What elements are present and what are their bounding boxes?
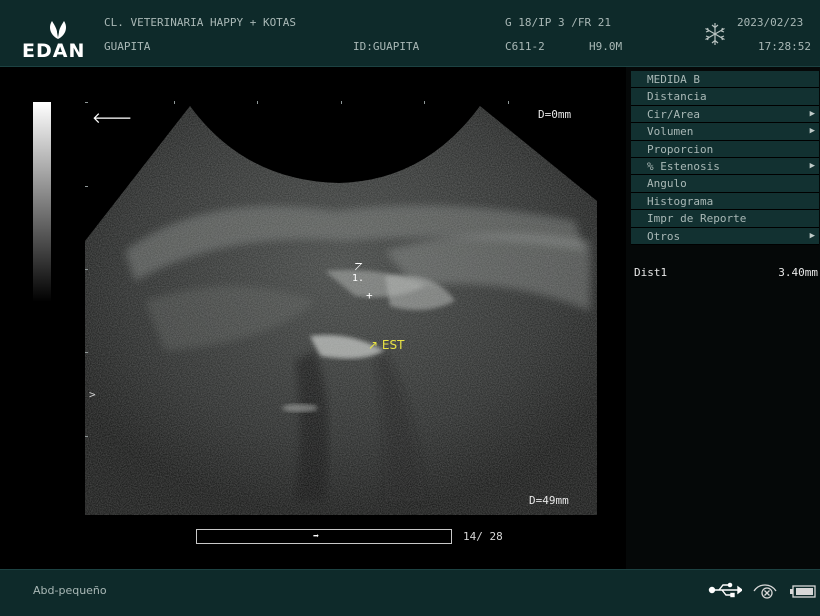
depth-tick [85, 352, 88, 353]
edan-logo: EDAN [22, 18, 94, 62]
depth-tick [85, 436, 88, 437]
lateral-tick [424, 101, 425, 104]
caliper-start-icon[interactable]: ⦢ [355, 262, 363, 273]
menu-item-volumen[interactable]: Volumen ▶ [631, 123, 819, 141]
usb-icon [708, 582, 742, 598]
cine-progress-bar[interactable]: ➡ [196, 529, 452, 544]
submenu-arrow-icon: ▶ [809, 126, 815, 137]
depth-bottom-label: D=49mm [529, 494, 569, 507]
depth-tick [85, 269, 88, 270]
depth-tick [85, 186, 88, 187]
depth-top-label: D=0mm [538, 108, 572, 121]
battery-icon [790, 585, 816, 598]
leaf-logo-icon [50, 20, 66, 39]
result-name: Dist1 [634, 266, 668, 279]
measurement-result: Dist1 3.40mm [634, 266, 818, 279]
exam-date: 2023/02/23 [737, 16, 804, 29]
annotation-label[interactable]: ↗ EST [368, 338, 404, 352]
submenu-arrow-icon: ▶ [809, 160, 815, 171]
play-icon[interactable]: ➡ [313, 531, 319, 542]
lateral-tick [257, 101, 258, 104]
menu-item-angulo[interactable]: Angulo [631, 175, 819, 193]
caliper-label: 1. [352, 273, 365, 284]
exam-time: 17:28:52 [758, 40, 811, 53]
bottom-status-bar: Abd-pequeño [0, 569, 820, 616]
annotation-text: EST [381, 338, 405, 352]
printer-icon [753, 584, 777, 599]
snowflake-icon[interactable] [703, 22, 727, 46]
focus-marker: > [89, 388, 96, 401]
menu-item-histograma[interactable]: Histograma [631, 192, 819, 211]
arrow-annotation-icon: ↗ [368, 338, 379, 352]
lateral-tick [508, 101, 509, 104]
lateral-tick [341, 101, 342, 104]
clinic-name: CL. VETERINARIA HAPPY + KOTAS [104, 16, 297, 29]
frequency: H9.0M [589, 40, 623, 53]
menu-item-otros[interactable]: Otros ▶ [631, 227, 819, 245]
result-value: 3.40mm [778, 266, 818, 279]
submenu-arrow-icon: ▶ [809, 230, 815, 241]
grayscale-bar [33, 102, 51, 302]
menu-item-cir-area[interactable]: Cir/Area ▶ [631, 105, 819, 124]
probe-model: C611-2 [505, 40, 545, 53]
top-info-bar: EDAN CL. VETERINARIA HAPPY + KOTAS GUAPI… [0, 0, 820, 67]
menu-item-impr-reporte[interactable]: Impr de Reporte [631, 210, 819, 228]
caliper-end-icon[interactable]: + [366, 289, 373, 302]
exam-preset: Abd-pequeño [33, 584, 107, 597]
ultrasound-scan[interactable] [85, 101, 597, 515]
gain-parameters: G 18/IP 3 /FR 21 [505, 16, 611, 29]
depth-tick [85, 102, 88, 103]
patient-name: GUAPITA [104, 40, 151, 53]
logo-text: EDAN [22, 40, 86, 62]
patient-id: ID:GUAPITA [353, 40, 420, 53]
menu-item-medida-b[interactable]: MEDIDA B [631, 71, 819, 89]
menu-item-estenosis[interactable]: % Estenosis ▶ [631, 157, 819, 176]
menu-item-distancia[interactable]: Distancia [631, 88, 819, 106]
frame-counter: 14/ 28 [463, 530, 503, 543]
menu-item-proporcion[interactable]: Proporcion [631, 140, 819, 158]
left-arrow-icon: 🡐 [92, 109, 133, 127]
submenu-arrow-icon: ▶ [809, 108, 815, 119]
lateral-tick [174, 101, 175, 104]
measurement-menu: MEDIDA B Distancia Cir/Area ▶ Volumen ▶ Pr… [631, 71, 819, 253]
